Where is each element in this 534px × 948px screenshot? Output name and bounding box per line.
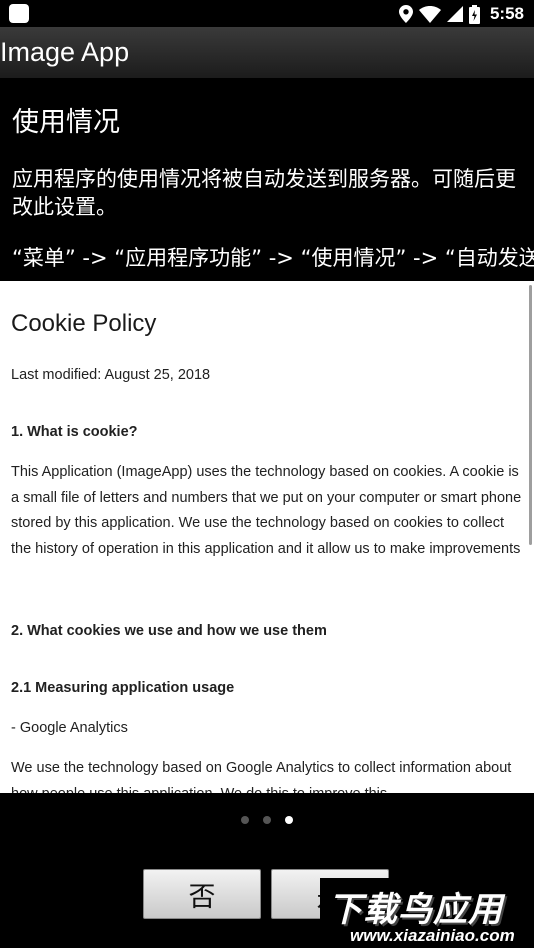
status-bar: 5:58	[0, 0, 534, 27]
wifi-icon	[418, 5, 441, 23]
page-dot	[263, 816, 271, 824]
section-paragraph-1: This Application (ImageApp) uses the tec…	[11, 464, 522, 557]
app-title: Image App	[0, 37, 130, 67]
section-heading-1: 1. What is cookie?	[11, 424, 138, 440]
policy-last-modified: Last modified: August 25, 2018	[11, 367, 211, 383]
cookie-policy-panel[interactable]: Cookie Policy Last modified: August 25, …	[0, 281, 534, 793]
no-button[interactable]: 否	[143, 869, 261, 919]
page-dot	[241, 816, 249, 824]
section-heading-2: 2. What cookies we use and how we use th…	[11, 623, 327, 639]
section-paragraph-2-1: - Google Analytics	[11, 720, 128, 736]
usage-title: 使用情况	[12, 107, 120, 138]
watermark-logo: 下载鸟应用 www.xiazainiao.com	[320, 878, 534, 948]
section-paragraph-2-2: We use the technology based on Google An…	[11, 760, 512, 793]
usage-settings-path: “菜单” -> “应用程序功能” -> “使用情况” -> “自动发送”	[12, 246, 534, 270]
signal-icon	[446, 6, 463, 22]
status-icons: 5:58	[398, 2, 524, 26]
notification-app-icon	[9, 4, 29, 23]
location-icon	[398, 5, 413, 23]
usage-description: 应用程序的使用情况将被自动发送到服务器。可随后更改此设置。	[12, 167, 516, 219]
scrollbar[interactable]	[529, 285, 532, 545]
battery-icon	[468, 4, 480, 24]
watermark-url: www.xiazainiao.com	[350, 926, 515, 945]
app-bar: Image App	[0, 27, 534, 79]
page-dot-active	[285, 816, 293, 824]
section-heading-2-1: 2.1 Measuring application usage	[11, 680, 235, 696]
policy-title: Cookie Policy	[11, 310, 157, 337]
page-indicator	[0, 813, 534, 827]
status-time: 5:58	[489, 4, 524, 23]
usage-notice: 使用情况 应用程序的使用情况将被自动发送到服务器。可随后更改此设置。 “菜单” …	[0, 78, 534, 281]
watermark-text: 下载鸟应用	[328, 890, 503, 930]
